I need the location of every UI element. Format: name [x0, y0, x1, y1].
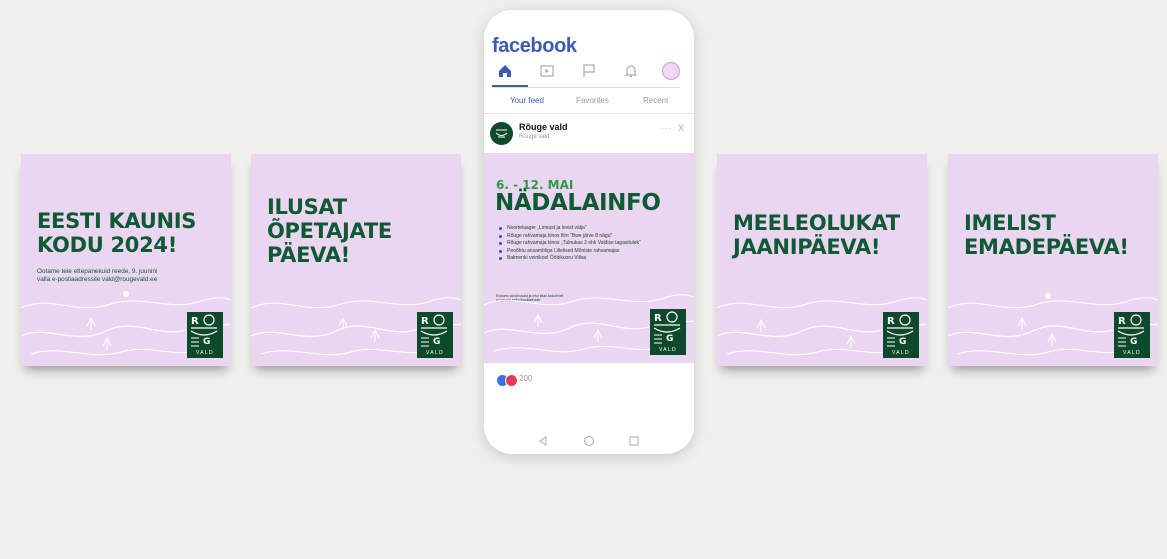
svg-text:R: R [887, 316, 895, 327]
card-title: MEELEOLUKAT JAANIPÄEVA! [733, 211, 900, 259]
list-item: Rõuge rahvamaja kinos film "Bwe järve 8 … [498, 233, 688, 240]
tab-recent[interactable]: Recent [643, 96, 668, 105]
video-icon[interactable] [538, 62, 556, 80]
bell-icon[interactable] [622, 62, 640, 80]
home-circle-icon[interactable] [582, 434, 596, 448]
recents-icon[interactable] [627, 434, 641, 448]
post-card-eesti-kaunis-kodu: EESTI KAUNIS KODU 2024! Ootame teie ette… [21, 154, 231, 366]
list-item: Bałmenki veinikool Ööbikuoru Villas [498, 255, 688, 262]
svg-text:G: G [433, 337, 440, 347]
svg-text:G: G [666, 334, 673, 344]
logo-mark: R G [886, 314, 914, 347]
tab-favorites[interactable]: Favorites [576, 96, 609, 105]
rouge-vald-logo: R G VALD [1114, 312, 1150, 358]
svg-text:R: R [421, 316, 429, 327]
nav-divider [492, 87, 680, 88]
svg-text:R: R [654, 313, 662, 324]
back-icon[interactable] [536, 434, 550, 448]
card-subtitle: Ootame teie ettepanekuid reede, 9. juuni… [37, 268, 158, 283]
card-title: ILUSAT ÕPETAJATE PÄEVA! [267, 195, 392, 267]
feed-divider [484, 113, 694, 114]
list-item: Peoõhtu ansambliga Lillelised Mõniste ra… [498, 248, 688, 255]
logo-mark: R G [653, 311, 681, 344]
logo-mark: R G [420, 314, 448, 347]
rouge-vald-logo: R G VALD [187, 312, 223, 358]
svg-text:G: G [1130, 337, 1137, 347]
rouge-vald-logo: R G VALD [417, 312, 453, 358]
rouge-vald-logo: R G VALD [650, 309, 686, 355]
list-item: Rõuge rahvamaja kinos „Tulnukas 2 ehk Va… [498, 240, 688, 247]
profile-avatar[interactable] [662, 62, 680, 80]
svg-text:G: G [899, 337, 906, 347]
post-author-sub: Rõuge vald [519, 134, 550, 140]
svg-text:R: R [1118, 316, 1126, 327]
reaction-count: 200 [519, 374, 533, 383]
close-icon[interactable]: X [678, 123, 684, 133]
rouge-vald-logo: R G VALD [883, 312, 919, 358]
svg-text:G: G [203, 337, 210, 347]
facebook-logo[interactable]: facebook [492, 35, 577, 58]
tab-your-feed[interactable]: Your feed [510, 96, 544, 105]
love-reaction-icon [505, 374, 518, 387]
post-image-title: NÄDALAINFO [495, 190, 661, 216]
flag-icon[interactable] [580, 62, 598, 80]
post-card-emadepaev: IMELIST EMADEPÄEVA! R G VALD [948, 154, 1158, 366]
event-list: Noortelaager „Linnast ja levist välja” R… [498, 225, 688, 263]
card-title: EESTI KAUNIS KODU 2024! [37, 209, 197, 257]
post-card-opetajate-paev: ILUSAT ÕPETAJATE PÄEVA! R G VALD [251, 154, 461, 366]
list-item: Noortelaager „Linnast ja levist välja” [498, 225, 688, 232]
logo-mark: R G [1117, 314, 1145, 347]
svg-text:R: R [191, 316, 199, 327]
home-icon[interactable] [496, 62, 514, 80]
logo-mark: R G [190, 314, 218, 347]
post-image[interactable]: 6. - 12. MAI NÄDALAINFO Noortelaager „Li… [484, 153, 694, 363]
post-card-jaanipaev: MEELEOLUKAT JAANIPÄEVA! R G VALD [717, 154, 927, 366]
post-author-avatar[interactable] [490, 122, 513, 145]
phone-mockup: facebook Your feed Favorites Recent Rõug… [484, 10, 694, 454]
more-options-icon[interactable]: ··· [661, 124, 672, 133]
card-title: IMELIST EMADEPÄEVA! [964, 211, 1129, 259]
post-author-name[interactable]: Rõuge vald [519, 122, 568, 132]
